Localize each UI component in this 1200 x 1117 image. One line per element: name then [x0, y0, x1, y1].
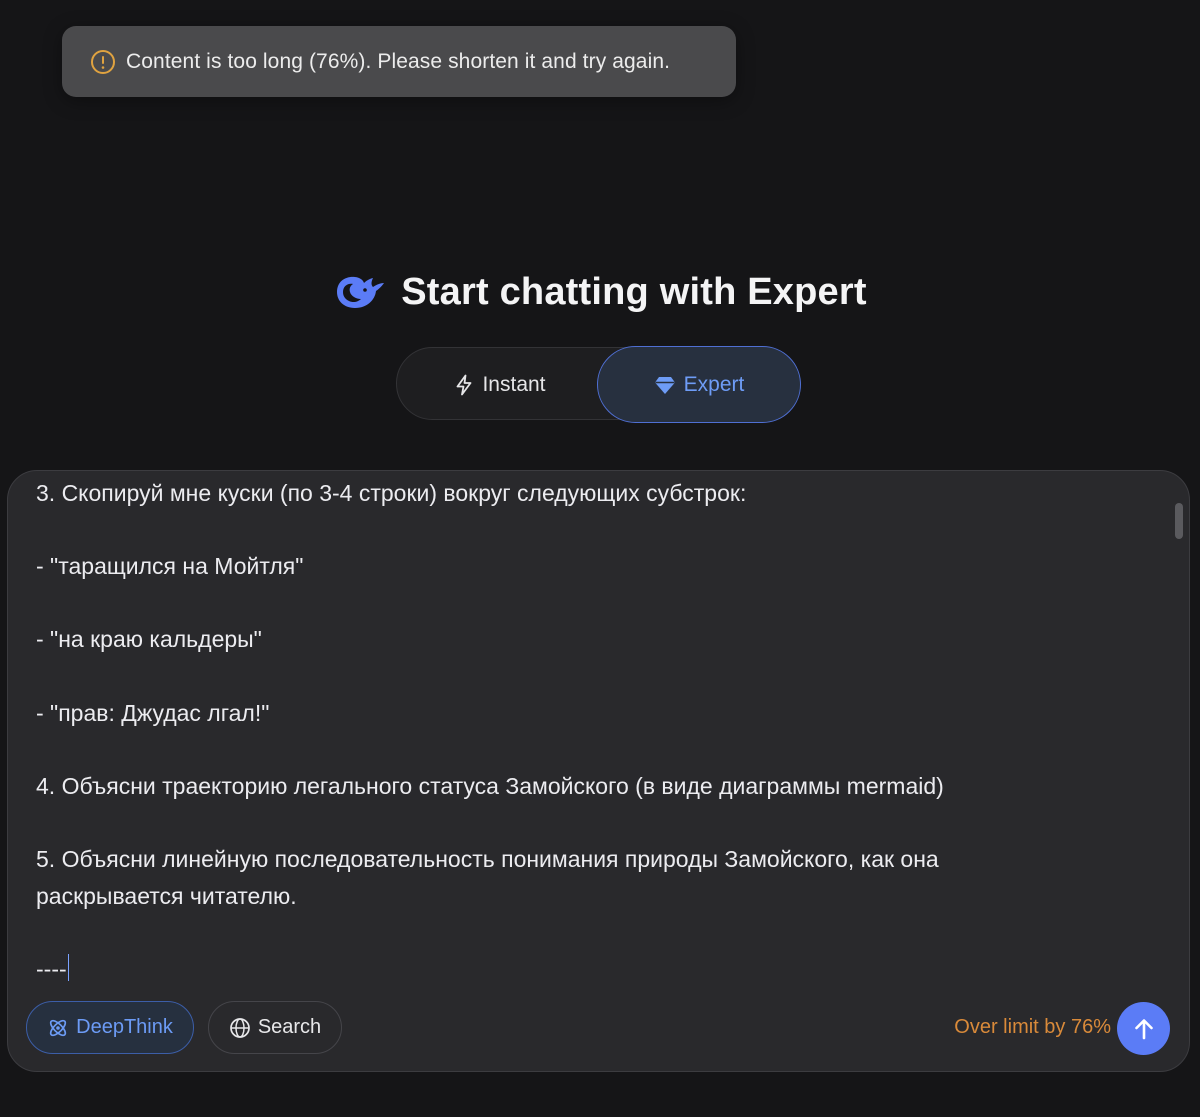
- input-line: 4. Объясни траекторию легального статуса…: [36, 772, 944, 799]
- editor-scrollbar[interactable]: [1175, 503, 1183, 539]
- lightning-icon: [454, 374, 474, 396]
- error-toast: Content is too long (76%). Please shorte…: [62, 26, 736, 97]
- atom-icon: [47, 1017, 69, 1039]
- globe-icon: [229, 1017, 251, 1039]
- search-label: Search: [257, 1016, 322, 1038]
- input-line: раскрывается читателю.: [36, 882, 297, 909]
- mode-instant-label: Instant: [482, 372, 546, 396]
- welcome-heading: Start chatting with Expert: [0, 262, 1200, 322]
- mode-toggle: Instant Expert: [396, 346, 801, 423]
- mode-instant-button[interactable]: Instant: [397, 346, 603, 423]
- arrow-up-icon: [1131, 1016, 1157, 1042]
- input-line: [36, 512, 1156, 549]
- warning-circle-icon: [90, 49, 116, 75]
- input-line: [36, 914, 1156, 951]
- input-line: 3. Скопируй мне куски (по 3-4 строки) во…: [36, 480, 747, 506]
- text-caret: [67, 953, 70, 981]
- input-line-last: ----: [36, 951, 1156, 988]
- input-line: - "прав: Джудас лгал!": [36, 699, 270, 726]
- deepseek-whale-logo: [333, 272, 387, 312]
- page-title: Start chatting with Expert: [401, 270, 867, 313]
- input-line: 5. Объясни линейную последовательность п…: [36, 845, 939, 872]
- mode-expert-label: Expert: [683, 372, 745, 396]
- input-line: [36, 585, 1156, 622]
- input-line-text: ----: [36, 955, 67, 982]
- input-line: - "на краю кальдеры": [36, 626, 262, 653]
- input-line: [36, 731, 1156, 768]
- toast-message: Content is too long (76%). Please shorte…: [126, 49, 671, 73]
- input-line: - "таращился на Мойтля": [36, 553, 304, 580]
- input-line: [36, 804, 1156, 841]
- input-line: [36, 658, 1156, 695]
- deepthink-toggle[interactable]: DeepThink: [26, 1001, 194, 1054]
- mode-expert-button[interactable]: Expert: [597, 346, 801, 423]
- message-composer: 3. Скопируй мне куски (по 3-4 строки) во…: [7, 470, 1190, 1072]
- over-limit-warning: Over limit by 76%: [954, 1016, 1111, 1038]
- chat-start-page: Content is too long (76%). Please shorte…: [0, 0, 1200, 1117]
- search-toggle[interactable]: Search: [208, 1001, 342, 1054]
- message-input[interactable]: 3. Скопируй мне куски (по 3-4 строки) во…: [36, 471, 1156, 991]
- diamond-icon: [654, 375, 676, 395]
- deepthink-label: DeepThink: [76, 1016, 173, 1038]
- send-button[interactable]: [1117, 1002, 1170, 1055]
